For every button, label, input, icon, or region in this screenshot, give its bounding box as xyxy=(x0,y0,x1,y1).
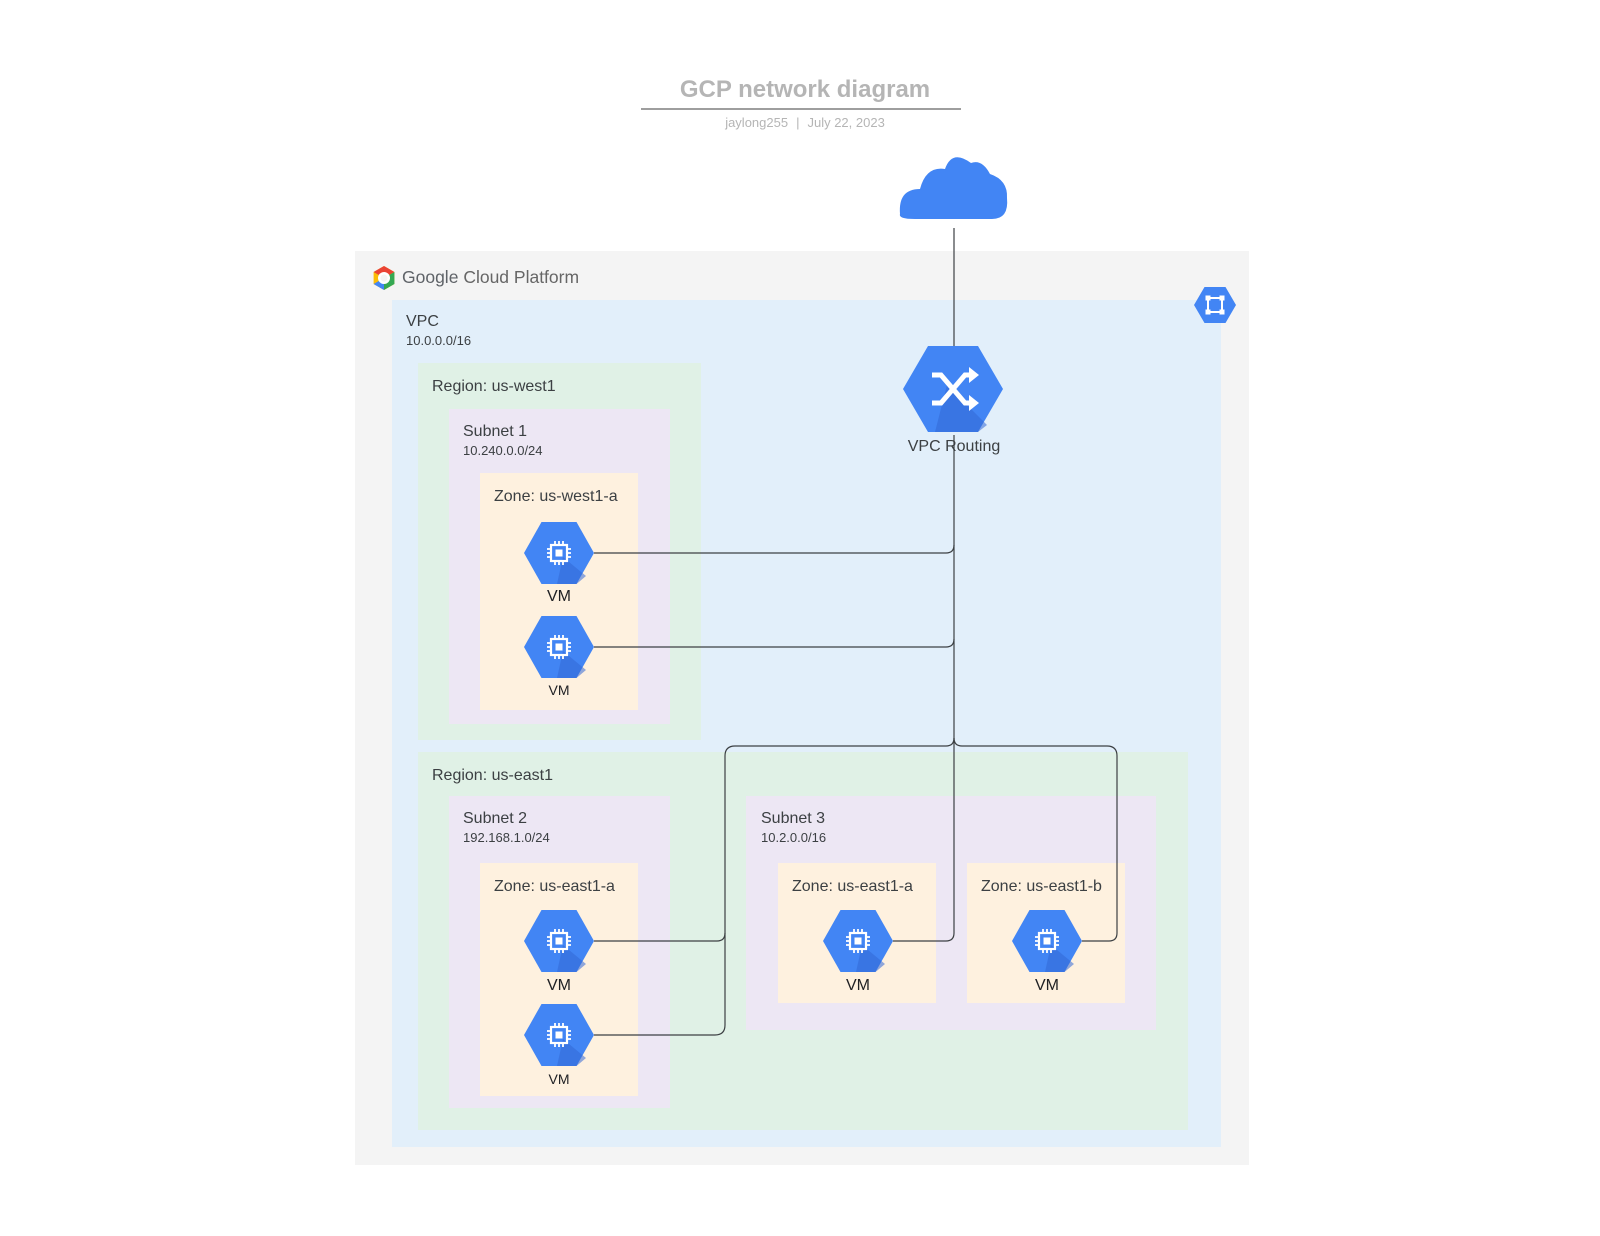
routing-label: VPC Routing xyxy=(907,438,1001,455)
shuffle-routing-icon xyxy=(903,346,1003,432)
vm-label: VM xyxy=(548,1071,570,1087)
vm-compute-icon xyxy=(1012,910,1082,972)
cloud-icon xyxy=(899,157,1008,219)
connector-vm-west-1 xyxy=(594,544,955,554)
vm-compute-icon xyxy=(524,522,594,584)
vm-label: VM xyxy=(846,977,870,994)
vm-label: VM xyxy=(1035,977,1059,994)
vm-label: VM xyxy=(548,682,570,698)
vm-compute-icon xyxy=(524,616,594,678)
vm-compute-icon xyxy=(823,910,893,972)
vm-label: VM xyxy=(547,588,571,605)
connector-vm-subnet3-a xyxy=(893,746,955,942)
vm-compute-icon xyxy=(524,910,594,972)
vm-compute-icon xyxy=(524,1004,594,1066)
diagram-overlay xyxy=(524,157,1236,1066)
network-topology-icon xyxy=(1194,287,1236,323)
connector-vm-east-1 xyxy=(594,932,726,942)
vm-label: VM xyxy=(547,977,571,994)
connector-vm-west-2 xyxy=(594,638,955,648)
connector-east-bus-left xyxy=(594,737,955,1036)
